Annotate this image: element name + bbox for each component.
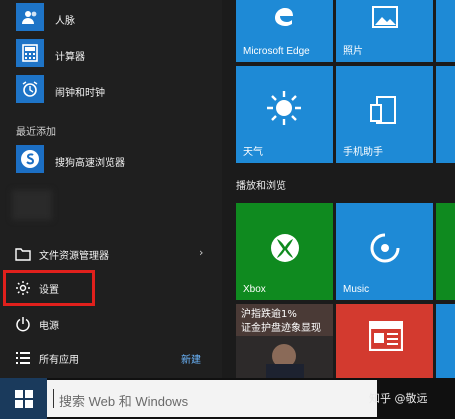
edge-icon	[269, 2, 299, 32]
calculator-icon	[16, 39, 44, 67]
power-item[interactable]: 电源	[0, 309, 222, 339]
app-label-calculator: 计算器	[55, 52, 85, 63]
tile-partial-green[interactable]	[436, 203, 455, 300]
tile-label-edge: Microsoft Edge	[243, 46, 310, 57]
tile-phone-companion[interactable]: 手机助手	[336, 66, 433, 163]
phone-companion-icon	[368, 94, 402, 126]
tile-xbox[interactable]: Xbox	[236, 203, 333, 300]
xbox-icon	[268, 231, 302, 265]
tile-news-app[interactable]	[336, 304, 433, 378]
tile-weather[interactable]: 天气	[236, 66, 333, 163]
tile-label-phone-companion: 手机助手	[343, 147, 383, 158]
app-item-calculator[interactable]: 计算器	[0, 36, 222, 70]
file-explorer-label: 文件资源管理器	[39, 251, 109, 262]
new-badge: 新建	[181, 355, 201, 366]
settings-highlight-box	[3, 270, 95, 306]
recently-added-heading: 最近添加	[16, 127, 56, 138]
all-apps-item[interactable]: 所有应用 新建	[0, 343, 222, 373]
search-placeholder: 搜索 Web 和 Windows	[59, 394, 189, 409]
text-caret	[53, 389, 54, 408]
tile-music[interactable]: Music	[336, 203, 433, 300]
app-item-sogou-browser[interactable]: 搜狗高速浏览器	[0, 142, 222, 176]
music-disc-icon	[368, 231, 402, 265]
taskbar: 搜索 Web 和 Windows 知乎 @敬远	[0, 378, 455, 419]
app-label-people: 人脉	[55, 16, 75, 27]
list-icon	[14, 349, 32, 367]
start-menu-app-list: 人脉 计算器 闹钟和时钟 最近添加 搜狗高速浏览器 文件资源管理器 › 设置 电…	[0, 0, 222, 378]
folder-icon	[14, 245, 32, 263]
tile-photos[interactable]: 照片	[336, 0, 433, 62]
sun-icon	[264, 88, 304, 128]
tile-partial-top[interactable]	[436, 0, 455, 62]
people-icon	[16, 3, 44, 31]
power-label: 电源	[39, 321, 59, 332]
tile-news[interactable]: 沪指跌逾1% 证金护盘迹象显现	[236, 304, 333, 378]
blurred-region	[12, 190, 52, 220]
windows-logo-icon	[14, 389, 33, 408]
app-label-alarms: 闹钟和时钟	[55, 88, 105, 99]
watermark-text: 知乎 @敬远	[369, 392, 428, 405]
search-input[interactable]: 搜索 Web 和 Windows	[47, 380, 377, 417]
app-label-sogou-browser: 搜狗高速浏览器	[55, 158, 125, 169]
tile-label-xbox: Xbox	[243, 284, 266, 295]
file-explorer-item[interactable]: 文件资源管理器 ›	[0, 239, 222, 269]
all-apps-label: 所有应用	[39, 355, 79, 366]
sogou-browser-icon	[16, 145, 44, 173]
tile-label-photos: 照片	[343, 46, 363, 57]
app-item-people[interactable]: 人脉	[0, 0, 222, 34]
tile-label-weather: 天气	[243, 147, 263, 158]
alarm-clock-icon	[16, 75, 44, 103]
tile-partial-bottom[interactable]	[436, 304, 455, 378]
tile-label-music: Music	[343, 284, 370, 295]
start-button[interactable]	[0, 378, 47, 419]
news-headline: 沪指跌逾1% 证金护盘迹象显现	[241, 309, 321, 334]
chevron-right-icon[interactable]: ›	[199, 246, 203, 259]
tile-partial-mid[interactable]	[436, 66, 455, 163]
power-icon	[14, 315, 32, 333]
tile-group-heading: 播放和浏览	[236, 181, 286, 192]
photos-icon	[370, 4, 400, 30]
app-item-alarms[interactable]: 闹钟和时钟	[0, 72, 222, 106]
newspaper-icon	[368, 320, 404, 352]
tile-microsoft-edge[interactable]: Microsoft Edge	[236, 0, 333, 62]
